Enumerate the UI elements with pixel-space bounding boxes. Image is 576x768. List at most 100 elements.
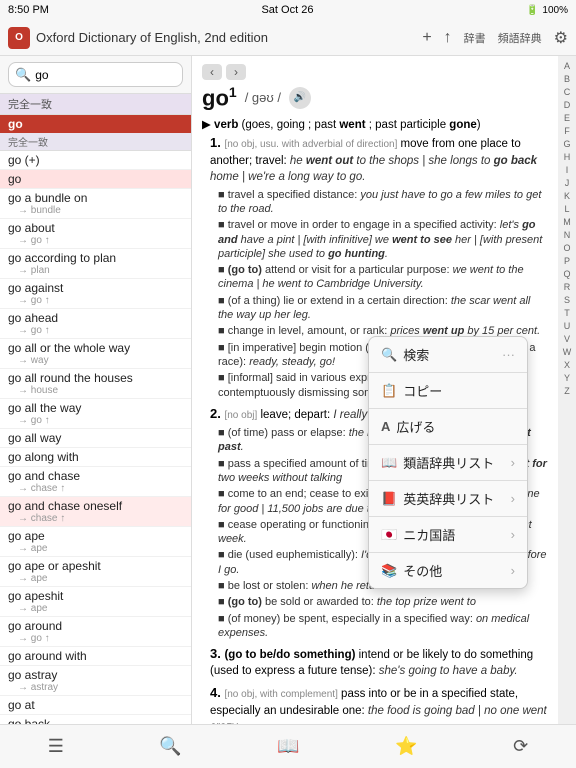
status-bar: 8:50 PM Sat Oct 26 🔋 100% <box>0 0 576 20</box>
next-arrow[interactable]: › <box>226 64 246 80</box>
alpha-N[interactable]: N <box>564 229 571 241</box>
context-search-dots: ··· <box>502 347 515 362</box>
list-item[interactable]: go <box>0 170 191 189</box>
list-item[interactable]: go a bundle on bundle <box>0 189 191 219</box>
word-main: go around with <box>8 649 183 663</box>
alpha-Q[interactable]: Q <box>563 268 570 280</box>
pos-label: ▶ verb (goes, going ; past went ; past p… <box>202 117 548 131</box>
status-time: 8:50 PM <box>8 4 49 16</box>
alpha-Y[interactable]: Y <box>564 372 570 384</box>
list-item[interactable]: go against go ↑ <box>0 279 191 309</box>
alpha-P[interactable]: P <box>564 255 570 267</box>
word-main: go along with <box>8 450 183 464</box>
add-icon[interactable]: + <box>422 29 431 47</box>
settings-icon[interactable]: ⚙ <box>554 28 568 48</box>
toolbar-book-button[interactable]: 📖 <box>277 736 299 757</box>
share-icon[interactable]: ↑ <box>444 29 452 47</box>
list-item[interactable]: go (+) <box>0 151 191 170</box>
word-sub: way <box>8 355 183 366</box>
list-item[interactable]: go ape ape <box>0 527 191 557</box>
alpha-F[interactable]: F <box>564 125 570 137</box>
list-item[interactable]: go and chase chase ↑ <box>0 467 191 497</box>
word-main: go about <box>8 221 183 235</box>
list-item[interactable]: go all way <box>0 429 191 448</box>
alpha-nav: A B C D E F G H I J K L M N O P Q R S T … <box>558 56 576 724</box>
alpha-T[interactable]: T <box>564 307 570 319</box>
alpha-W[interactable]: W <box>563 346 572 358</box>
freq-icon[interactable]: 頻語辞典 <box>498 30 542 46</box>
list-item[interactable]: go according to plan plan <box>0 249 191 279</box>
search-input[interactable] <box>35 68 190 82</box>
refresh-icon: ⟳ <box>513 736 528 757</box>
context-search-icon: 🔍 <box>381 347 397 363</box>
list-item[interactable]: go all round the houses house <box>0 369 191 399</box>
word-main: go and chase <box>8 469 183 483</box>
alpha-G[interactable]: G <box>563 138 570 150</box>
search-input-wrap: 🔍 ✕ <box>8 62 183 87</box>
toolbar-refresh-button[interactable]: ⟳ <box>513 736 528 757</box>
alpha-J[interactable]: J <box>565 177 570 189</box>
list-item[interactable]: go all the way go ↑ <box>0 399 191 429</box>
word-phonetic: / ɡəʊ / <box>245 90 281 105</box>
context-menu-other[interactable]: 📚 その他 › <box>369 553 527 588</box>
list-item[interactable]: go astray astray <box>0 666 191 696</box>
list-item[interactable]: go around with <box>0 647 191 666</box>
alpha-C[interactable]: C <box>564 86 571 98</box>
star-icon: ⭐ <box>395 736 417 757</box>
alpha-U[interactable]: U <box>564 320 571 332</box>
list-item[interactable]: go ahead go ↑ <box>0 309 191 339</box>
context-thesaurus-icon: 📖 <box>381 455 397 471</box>
context-thesaurus-arrow: › <box>511 455 515 470</box>
list-item[interactable]: go around go ↑ <box>0 617 191 647</box>
word-main: go a bundle on <box>8 191 183 205</box>
alpha-I[interactable]: I <box>566 164 569 176</box>
alpha-D[interactable]: D <box>564 99 571 111</box>
word-sub: chase ↑ <box>8 513 183 524</box>
alpha-B[interactable]: B <box>564 73 570 85</box>
list-item[interactable]: go back go ↑ <box>0 715 191 724</box>
alpha-M[interactable]: M <box>563 216 571 228</box>
context-menu-english[interactable]: 📕 英英辞典リスト › <box>369 481 527 517</box>
list-item[interactable]: go all or the whole way way <box>0 339 191 369</box>
context-menu-expand[interactable]: A 広げる <box>369 409 527 445</box>
alpha-S[interactable]: S <box>564 294 570 306</box>
toolbar-search-button[interactable]: 🔍 <box>159 736 181 757</box>
dict-icon[interactable]: 辞書 <box>464 30 486 46</box>
alpha-K[interactable]: K <box>564 190 570 202</box>
alpha-A[interactable]: A <box>564 60 570 72</box>
alpha-L[interactable]: L <box>564 203 569 215</box>
word-list: go (+) go go a bundle on bundle go about… <box>0 151 191 724</box>
alpha-X[interactable]: X <box>564 359 570 371</box>
context-menu-bilingual[interactable]: 🇯🇵 ニカ国語 › <box>369 517 527 553</box>
menu-icon: ☰ <box>48 736 64 757</box>
audio-button[interactable]: 🔊 <box>289 87 311 109</box>
alpha-Z[interactable]: Z <box>564 385 570 397</box>
list-item[interactable]: go ape or apeshit ape <box>0 557 191 587</box>
alpha-H[interactable]: H <box>564 151 571 163</box>
alpha-E[interactable]: E <box>564 112 570 124</box>
ote-entry[interactable]: go <box>0 115 191 133</box>
context-menu: 🔍 検索 ··· 📋 コピー A 広げる 📖 類語辞典リスト › <box>368 336 528 589</box>
alpha-O[interactable]: O <box>563 242 570 254</box>
list-item[interactable]: go along with <box>0 448 191 467</box>
context-menu-thesaurus[interactable]: 📖 類語辞典リスト › <box>369 445 527 481</box>
def-num: 3. <box>210 646 224 661</box>
status-date: Sat Oct 26 <box>261 4 313 16</box>
word-main: go ape <box>8 529 183 543</box>
toolbar-star-button[interactable]: ⭐ <box>395 736 417 757</box>
word-main: go apeshit <box>8 589 183 603</box>
app-logo: O <box>8 27 30 49</box>
context-search-label: 検索 <box>403 345 502 364</box>
toolbar-menu-button[interactable]: ☰ <box>48 736 64 757</box>
alpha-V[interactable]: V <box>564 333 570 345</box>
list-item[interactable]: go and chase oneself chase ↑ <box>0 497 191 527</box>
prev-arrow[interactable]: ‹ <box>202 64 222 80</box>
list-item[interactable]: go at <box>0 696 191 715</box>
word-sub: ape <box>8 603 183 614</box>
context-menu-search[interactable]: 🔍 検索 ··· <box>369 337 527 373</box>
alpha-R[interactable]: R <box>564 281 571 293</box>
context-menu-copy[interactable]: 📋 コピー <box>369 373 527 409</box>
list-item[interactable]: go apeshit ape <box>0 587 191 617</box>
context-thesaurus-label: 類語辞典リスト <box>403 453 510 472</box>
list-item[interactable]: go about go ↑ <box>0 219 191 249</box>
